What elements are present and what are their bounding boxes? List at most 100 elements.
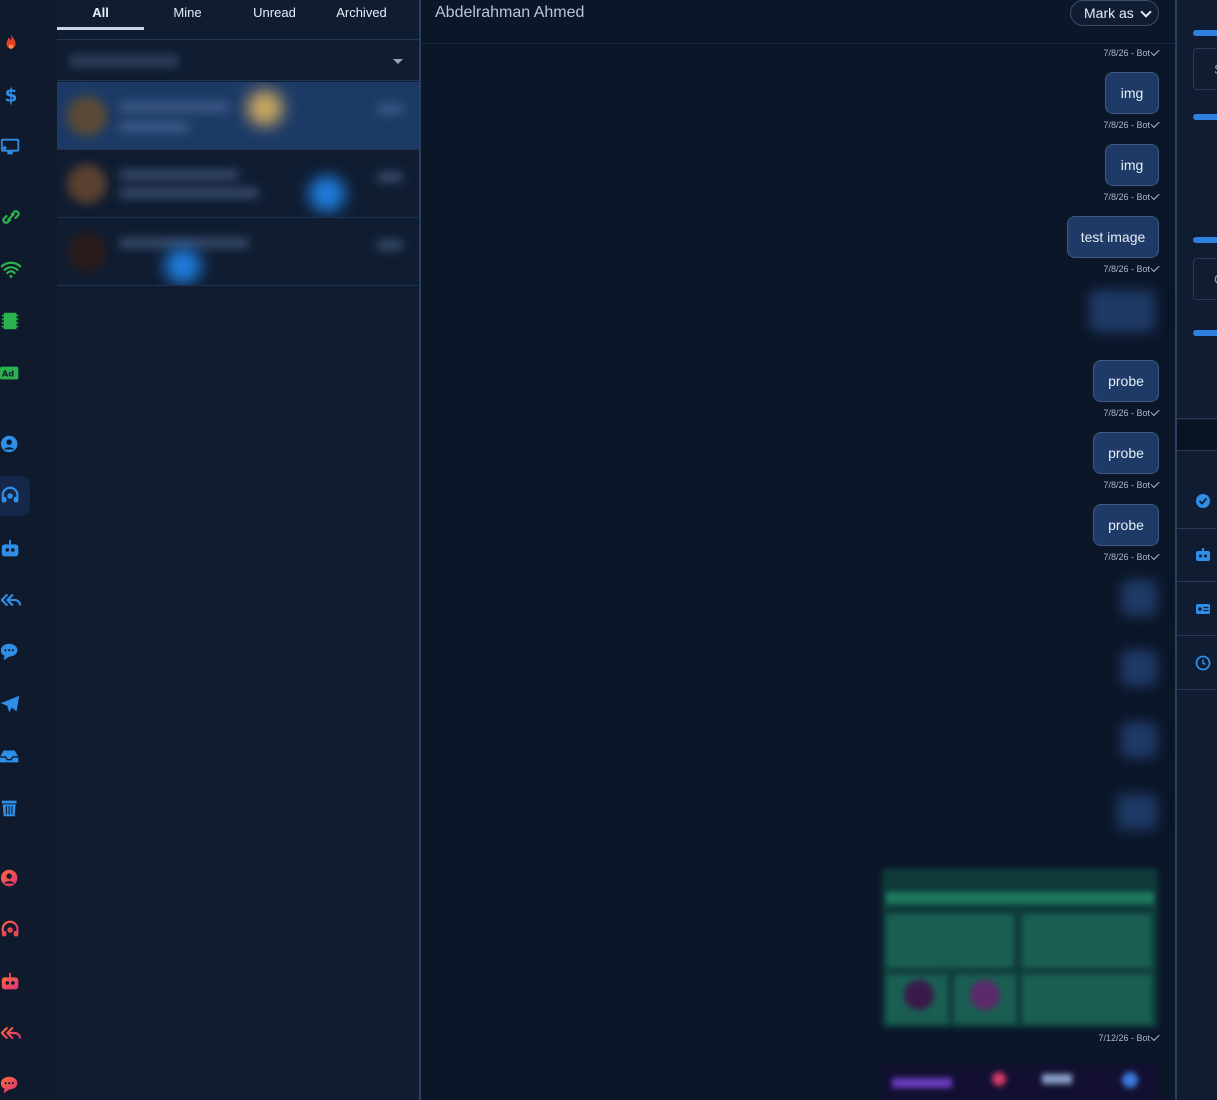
filter-tabs: All Mine Unread Archived [57,0,419,40]
avatar [67,96,107,136]
avatar [67,164,107,204]
link-icon[interactable] [0,197,30,237]
details-field-input[interactable]: S [1193,48,1217,90]
conversation-name [119,170,239,180]
user-circle-icon[interactable] [0,424,30,464]
message-bubble[interactable]: img [1105,72,1159,114]
send-icon[interactable] [0,684,30,724]
chat-panel: Abdelrahman Ahmed Mark as 7/8/26 - Bot i… [421,0,1175,1100]
check-icon [1150,262,1160,273]
check-circle-icon[interactable] [1195,493,1211,509]
conversation-item[interactable] [57,218,419,286]
tab-mine[interactable]: Mine [144,0,231,30]
message-timestamp: 7/8/26 - Bot [1103,262,1160,274]
tab-all[interactable]: All [57,0,144,30]
divider [1177,528,1217,529]
message-timestamp: 7/8/26 - Bot [1103,46,1160,58]
app-root: $ Ad All Mine Unread Archived Abdelrahma… [0,0,1217,1100]
svg-text:$: $ [5,85,18,106]
message-bubble[interactable]: probe [1093,360,1159,402]
message-bubble[interactable]: img [1105,144,1159,186]
field-label-bar [1193,114,1217,120]
icon-rail: $ Ad [0,0,57,1100]
details-panel: S Ch [1175,0,1217,1100]
message-bubble[interactable]: probe [1093,432,1159,474]
dollar-icon[interactable]: $ [0,75,30,115]
message-timestamp: 7/8/26 - Bot [1103,550,1160,562]
channel-badge [247,90,283,126]
id-card-icon[interactable] [1195,601,1211,617]
check-icon [1150,46,1160,57]
channel-badge [309,176,345,212]
conversation-time [377,172,403,182]
chat-header: Abdelrahman Ahmed Mark as [421,0,1175,44]
image-attachment[interactable] [882,1064,1158,1100]
message-bubble-blurred[interactable] [1121,580,1157,616]
conversation-name [119,102,229,112]
tab-archived[interactable]: Archived [318,0,405,30]
trash-icon[interactable] [0,788,30,828]
field-label-bar [1193,237,1217,243]
tab-unread[interactable]: Unread [231,0,318,30]
message-bubble-blurred[interactable] [1121,650,1157,686]
ad-icon[interactable]: Ad [0,353,30,393]
message-timestamp: 7/8/26 - Bot [1103,406,1160,418]
monitor-icon[interactable] [0,127,30,167]
mark-as-label: Mark as [1084,5,1134,21]
caret-down-icon [393,59,403,64]
clock-icon[interactable] [1195,655,1211,671]
divider [1177,450,1217,451]
field-label-bar [1193,30,1217,36]
message-bubble-blurred[interactable] [1089,290,1155,332]
status-filter-value [69,54,179,68]
wifi-icon[interactable] [0,249,30,289]
message-timestamp: 7/12/26 - Bot [1098,1031,1160,1043]
message-bubble[interactable]: probe [1093,504,1159,546]
message-bubble[interactable]: test image [1067,216,1159,258]
headset-icon[interactable] [0,476,30,516]
fire-icon[interactable] [0,23,30,63]
conversation-list-panel: All Mine Unread Archived [57,0,419,1100]
user-circle-icon[interactable] [0,858,30,898]
image-attachment[interactable] [882,868,1158,1028]
svg-text:Ad: Ad [2,369,14,379]
robot-icon[interactable] [1195,547,1211,563]
conversation-time [377,104,403,114]
chip-icon[interactable] [0,301,30,341]
conversation-name [119,238,249,248]
panel-section-header [1177,420,1217,450]
inbox-icon[interactable] [0,736,30,776]
check-icon [1150,550,1160,561]
message-timestamp: 7/8/26 - Bot [1103,190,1160,202]
headset-icon[interactable] [0,910,30,950]
message-timestamp: 7/8/26 - Bot [1103,118,1160,130]
check-icon [1150,478,1160,489]
check-icon [1150,190,1160,201]
chat-icon[interactable] [0,632,30,672]
avatar [67,232,107,272]
reply-all-icon[interactable] [0,580,30,620]
divider [1177,581,1217,582]
check-icon [1150,118,1160,129]
check-icon [1150,1031,1160,1042]
contact-name: Abdelrahman Ahmed [435,4,585,21]
message-bubble-blurred[interactable] [1117,794,1157,830]
details-field-input[interactable]: Ch [1193,258,1217,300]
divider [1177,418,1217,419]
mark-as-dropdown[interactable]: Mark as [1070,0,1159,26]
conversation-item[interactable] [57,82,419,150]
message-timestamp: 7/8/26 - Bot [1103,478,1160,490]
channel-badge [165,248,201,284]
divider [1177,635,1217,636]
conversation-preview [119,188,259,198]
conversation-time [377,240,403,250]
chat-icon[interactable] [0,1065,30,1100]
status-filter-dropdown[interactable] [57,41,419,81]
message-bubble-blurred[interactable] [1121,722,1157,758]
robot-icon[interactable] [0,962,30,1002]
divider [1177,689,1217,690]
robot-icon[interactable] [0,529,30,569]
reply-all-icon[interactable] [0,1013,30,1053]
conversation-item[interactable] [57,150,419,218]
chevron-down-icon [1140,6,1152,18]
